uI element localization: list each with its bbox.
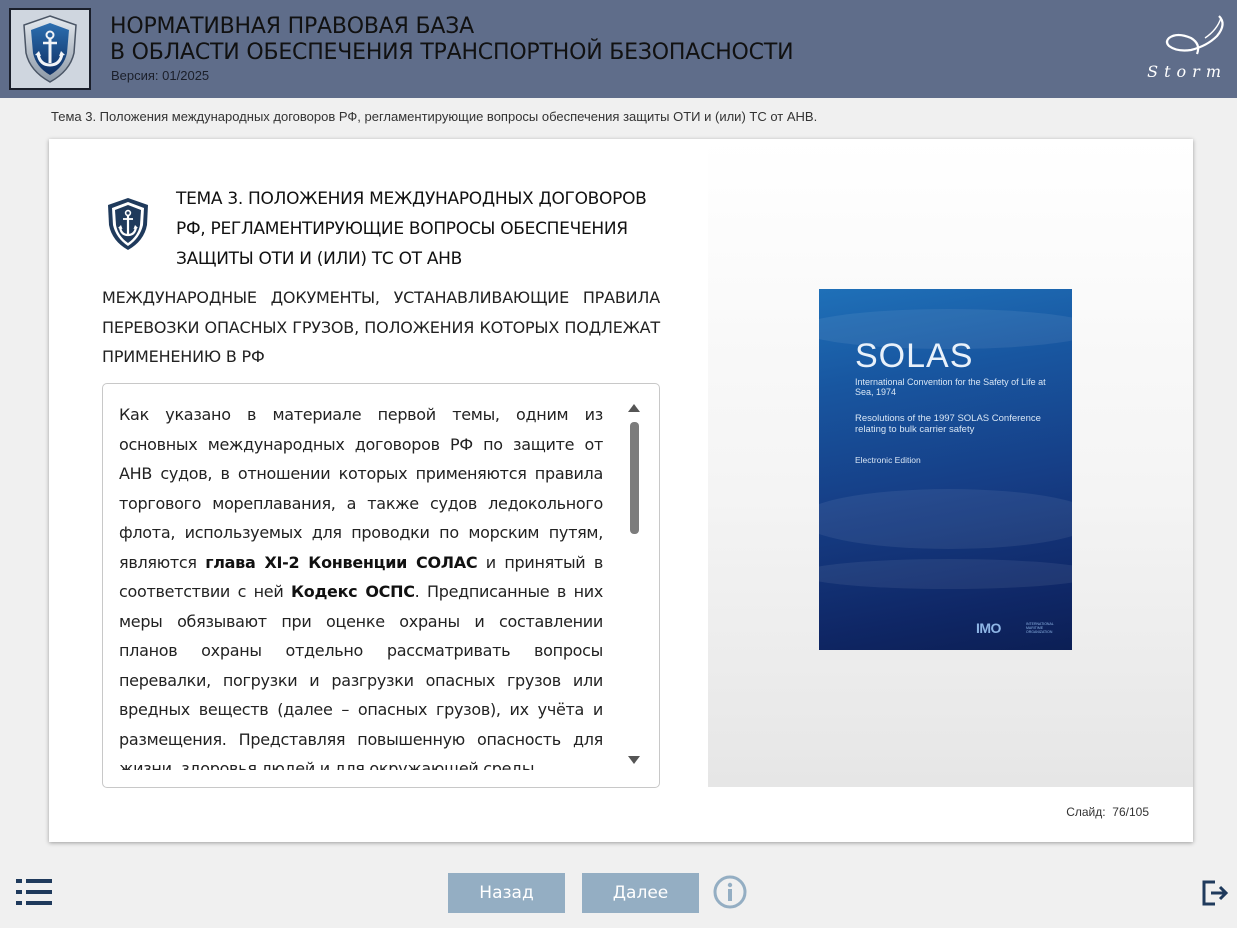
exit-icon[interactable] — [1201, 879, 1229, 907]
book-resolutions: Resolutions of the 1997 SOLAS Conference… — [855, 413, 1041, 435]
body-text: Как указано в материале первой темы, одн… — [119, 400, 603, 770]
slide-counter-current: 76 — [1112, 805, 1126, 819]
body-bold-solas: глава XI-2 Конвенции СОЛАС — [205, 552, 478, 572]
illustration-panel: SOLAS International Convention for the S… — [708, 139, 1193, 787]
book-edition: Electronic Edition — [855, 455, 921, 465]
book-title: SOLAS — [855, 337, 974, 375]
back-button[interactable]: Назад — [448, 873, 565, 913]
slide-counter: Слайд: 76/105 — [1066, 805, 1149, 819]
slide-title: ТЕМА 3. ПОЛОЖЕНИЯ МЕЖДУНАРОДНЫХ ДОГОВОРО… — [176, 189, 647, 269]
app-header: НОРМАТИВНАЯ ПРАВОВАЯ БАЗА В ОБЛАСТИ ОБЕС… — [0, 0, 1237, 98]
slide-subtitle: МЕЖДУНАРОДНЫЕ ДОКУМЕНТЫ, УСТАНАВЛИВАЮЩИЕ… — [102, 288, 660, 366]
app-title-line2: В ОБЛАСТИ ОБЕСПЕЧЕНИЯ ТРАНСПОРТНОЙ БЕЗОП… — [110, 40, 794, 65]
scrollbar-thumb[interactable] — [630, 422, 639, 534]
scroll-down-arrow[interactable] — [628, 756, 640, 764]
app-title-line1: НОРМАТИВНАЯ ПРАВОВАЯ БАЗА — [110, 14, 475, 39]
topic-breadcrumb: Тема 3. Положения международных договоро… — [51, 109, 818, 124]
body-text-part3: . Предписанные в них меры обязывают при … — [119, 582, 603, 770]
slide-counter-total: 105 — [1128, 805, 1149, 819]
scrollable-text-panel[interactable]: Как указано в материале первой темы, одн… — [102, 383, 660, 788]
anchor-shield-icon — [108, 198, 148, 250]
solas-book-cover: SOLAS International Convention for the S… — [819, 289, 1072, 650]
next-button[interactable]: Далее — [582, 873, 699, 913]
imo-logo-subtitle: INTERNATIONAL MARITIME ORGANIZATION — [1026, 622, 1054, 634]
body-bold-isps: Кодекс ОСПС — [290, 582, 415, 601]
slide-card: ТЕМА 3. ПОЛОЖЕНИЯ МЕЖДУНАРОДНЫХ ДОГОВОРО… — [49, 139, 1193, 842]
body-text-part1: Как указано в материале первой темы, одн… — [119, 405, 603, 572]
app-logo — [9, 8, 91, 90]
slide-counter-label: Слайд: — [1066, 805, 1106, 819]
book-subtitle: International Convention for the Safety … — [855, 377, 1046, 397]
version-label: Версия: 01/2025 — [111, 68, 210, 83]
cover-wave — [819, 559, 1072, 589]
info-icon[interactable] — [713, 875, 747, 909]
brand-name: Storm — [1147, 62, 1227, 81]
imo-logo: IMO — [976, 620, 1001, 636]
list-icon[interactable] — [16, 879, 54, 905]
cover-wave — [819, 489, 1072, 549]
scroll-up-arrow[interactable] — [628, 404, 640, 412]
anchor-shield-icon — [23, 15, 77, 83]
app-title: НОРМАТИВНАЯ ПРАВОВАЯ БАЗА В ОБЛАСТИ ОБЕС… — [110, 14, 794, 66]
